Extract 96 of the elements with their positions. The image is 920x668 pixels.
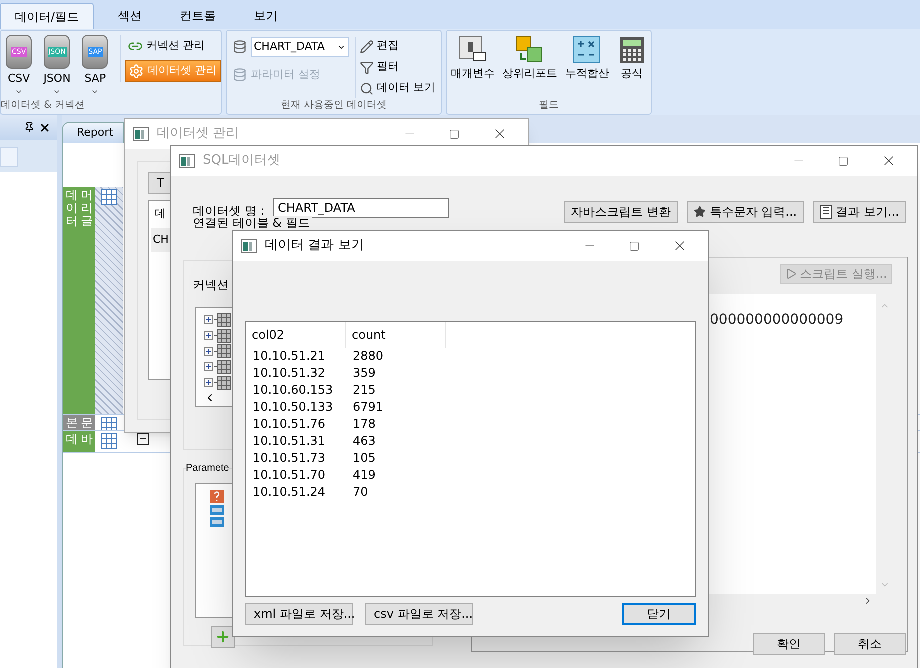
table-cell-text: 10.10.51.70: [252, 467, 327, 484]
ribbon-button[interactable]: 필터: [360, 58, 436, 77]
expand-icon[interactable]: [204, 315, 213, 324]
table-cell-text: 6791: [352, 399, 385, 416]
band-label: 본 문: [63, 415, 95, 430]
maximize-icon[interactable]: [629, 240, 640, 252]
table-cell-text: 10.10.60.153: [252, 382, 334, 399]
document-tab[interactable]: Report: [62, 122, 124, 143]
table-cell-text: 70: [352, 484, 370, 501]
table-icon: [217, 376, 231, 390]
window-icon: [133, 127, 149, 141]
dataset-dropdown[interactable]: CHART_DATA: [251, 37, 349, 57]
input-field[interactable]: CHART_DATA: [273, 198, 449, 218]
ribbon-button[interactable]: 공식: [616, 35, 647, 98]
toolbar-button[interactable]: 자바스크립트 변환: [564, 201, 678, 223]
table-icon: [217, 312, 231, 327]
table-cell-text: 463: [352, 433, 377, 450]
expand-icon[interactable]: [204, 362, 213, 372]
ribbon-button[interactable]: 데이터 보기: [360, 79, 436, 98]
pin-icon[interactable]: [24, 122, 35, 133]
list-header: 데: [154, 206, 167, 222]
table-cell-text: 10.10.51.24: [252, 484, 327, 501]
parameter-set-icon: [233, 68, 247, 82]
ok-button[interactable]: 확인: [753, 633, 825, 655]
ribbon-button[interactable]: 누적합산: [565, 35, 610, 98]
plus-icon: [215, 629, 231, 645]
window-title: SQL데이터셋: [203, 152, 281, 170]
group-title: 연결된 테이블 & 필드: [191, 216, 312, 230]
table-cell-text: 2880: [352, 348, 385, 365]
table-cell-text: 10.10.51.73: [252, 450, 327, 467]
table-cell-text: 10.10.51.31: [252, 433, 327, 450]
grid-icon[interactable]: [101, 417, 117, 430]
parameter-icon: [210, 517, 224, 527]
list-icon: [820, 205, 832, 219]
band-label: 데 바: [63, 431, 95, 452]
table-icon: [217, 360, 231, 374]
ribbon-button[interactable]: 매개변수: [451, 35, 495, 98]
table-cell-text: 10.10.51.21: [252, 348, 327, 365]
table-icon: [217, 328, 231, 342]
database-icon: [233, 40, 247, 54]
window-icon: [179, 154, 195, 168]
window-icon: [241, 239, 257, 253]
edit-icon: [360, 40, 374, 54]
window-title: 데이터셋 관리: [157, 125, 240, 144]
table-cell-text: 10.10.50.133: [252, 399, 334, 416]
close-icon[interactable]: [39, 122, 51, 134]
play-icon: [785, 268, 797, 280]
expand-icon[interactable]: [204, 378, 213, 388]
ribbon-button[interactable]: 편집: [360, 37, 436, 56]
group-label: 현재 사용중인 데이터셋: [280, 99, 388, 113]
ribbon-tab[interactable]: 컨트롤: [166, 3, 230, 29]
report-link-icon: [515, 35, 546, 65]
table-cell-text: 419: [352, 467, 377, 484]
table-cell-text: 10.10.51.32: [252, 365, 327, 382]
field-label: 커넥션: [193, 277, 229, 294]
gear-icon: [128, 64, 144, 78]
table-icon: [217, 344, 231, 358]
table-cell-text: 105: [352, 450, 377, 467]
dialog-button[interactable]: csv 파일로 저장...: [365, 603, 473, 625]
window-title: 데이터 결과 보기: [265, 237, 364, 256]
question-icon: [210, 490, 224, 503]
preview-icon: [360, 82, 374, 96]
ribbon-tab[interactable]: 섹션: [104, 3, 156, 29]
math-operators-icon: [572, 35, 602, 65]
group-label: 필드: [539, 99, 559, 113]
script-text: 000000000000009: [710, 311, 844, 330]
list-row[interactable]: CH: [151, 228, 171, 252]
ribbon-tab[interactable]: 데이터/필드: [0, 3, 94, 29]
table-cell-text: 178: [352, 416, 377, 433]
toolbar-button[interactable]: 결과 보기...: [813, 201, 906, 223]
filter-icon: [360, 60, 374, 74]
star-icon: [694, 206, 706, 218]
ribbon-button[interactable]: 상위리포트: [502, 35, 558, 98]
ribbon-button[interactable]: 커넥션 관리: [124, 35, 222, 57]
band-label: 데이터 머리글: [63, 187, 95, 414]
expand-icon[interactable]: [204, 346, 213, 356]
input-field[interactable]: [0, 147, 18, 167]
column-header[interactable]: col02: [246, 322, 346, 348]
grid-icon[interactable]: [101, 189, 117, 205]
maximize-icon[interactable]: [838, 156, 849, 166]
expand-icon[interactable]: [204, 331, 213, 340]
table-cell-text: 215: [352, 382, 377, 399]
collapse-icon[interactable]: [137, 433, 149, 445]
dialog-button[interactable]: 닫기: [622, 603, 696, 625]
table-cell-text: 359: [352, 365, 377, 382]
maximize-icon[interactable]: [449, 128, 460, 140]
parameter-icon: [210, 505, 224, 515]
toolbar-button[interactable]: 특수문자 입력...: [686, 201, 804, 223]
column-header[interactable]: count: [346, 322, 446, 348]
dialog-button[interactable]: xml 파일로 저장...: [245, 603, 353, 625]
table-cell-text: 10.10.51.76: [252, 416, 327, 433]
grid-icon[interactable]: [101, 433, 117, 449]
ribbon-tab[interactable]: 보기: [240, 3, 292, 29]
add-button[interactable]: [211, 626, 235, 648]
cancel-button[interactable]: 취소: [834, 633, 906, 655]
group-label: 데이터셋 & 커넥션: [1, 99, 86, 113]
